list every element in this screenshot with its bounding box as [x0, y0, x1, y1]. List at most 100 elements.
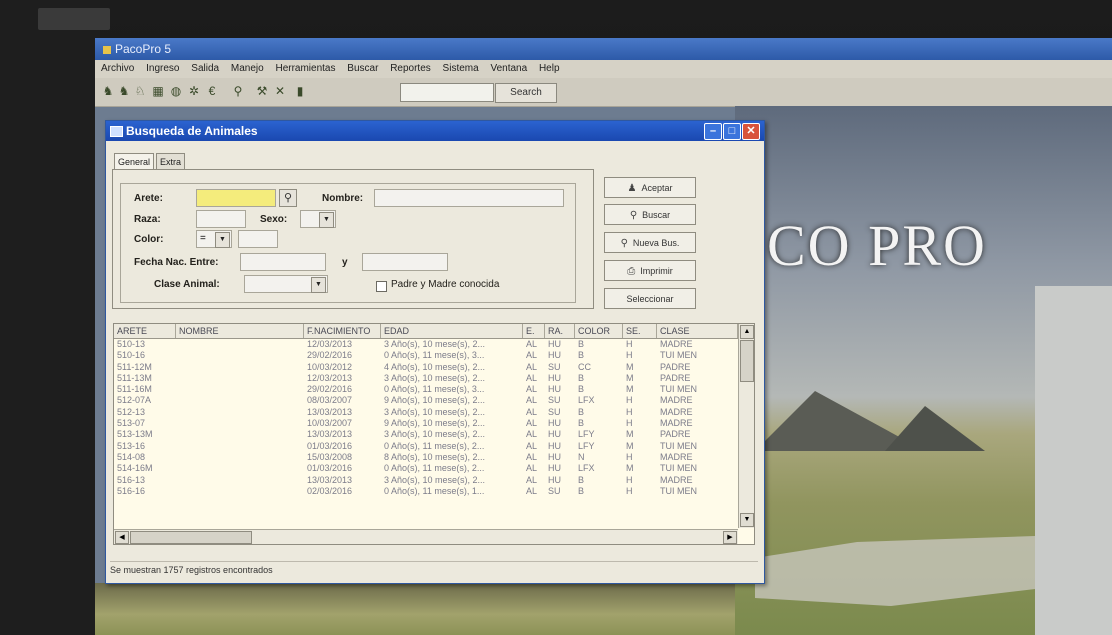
- cell-se: H: [626, 350, 633, 361]
- cell-e: AL: [526, 474, 538, 485]
- cell-arete: 511-13M: [117, 372, 152, 383]
- scroll-up-icon[interactable]: ▲: [740, 325, 754, 339]
- cell-clase: MADRE: [660, 418, 693, 429]
- scroll-thumb[interactable]: [130, 531, 252, 544]
- cell-se: H: [626, 395, 633, 406]
- animal-icon[interactable]: ♞: [117, 84, 131, 98]
- cell-fnacimiento: 13/03/2013: [307, 429, 353, 440]
- maximize-button[interactable]: □: [723, 123, 741, 140]
- minimize-button[interactable]: –: [704, 123, 722, 140]
- table-row[interactable]: 510-16 29/02/2016 0 Año(s), 11 mese(s), 3.…: [114, 350, 738, 361]
- scroll-right-icon[interactable]: ▶: [723, 531, 737, 544]
- search-icon[interactable]: ⚲: [231, 84, 245, 98]
- menu-herramientas[interactable]: Herramientas: [275, 63, 335, 74]
- menubar: Archivo Ingreso Salida Manejo Herramient…: [95, 60, 1112, 78]
- cell-fnacimiento: 08/03/2007: [307, 395, 353, 406]
- fecha-hasta-input[interactable]: [362, 253, 448, 271]
- scroll-left-icon[interactable]: ◀: [115, 531, 129, 544]
- menu-archivo[interactable]: Archivo: [101, 63, 134, 74]
- nueva-busqueda-button[interactable]: ⚲ Nueva Bus.: [604, 232, 696, 253]
- cell-e: AL: [526, 418, 538, 429]
- scroll-down-icon[interactable]: ▼: [740, 513, 754, 527]
- vertical-scrollbar[interactable]: ▲ ▼: [738, 324, 754, 528]
- cell-arete: 510-13: [117, 339, 146, 349]
- cell-arete: 516-16: [117, 485, 146, 496]
- imprimir-button[interactable]: ⎙ Imprimir: [604, 260, 696, 281]
- globe-icon[interactable]: ◍: [169, 84, 183, 98]
- col-edad[interactable]: EDAD: [381, 324, 523, 338]
- cell-e: AL: [526, 361, 538, 372]
- cell-clase: MADRE: [660, 339, 693, 349]
- table-row[interactable]: 511-13M 12/03/2013 3 Año(s), 10 mese(s), 2…: [114, 373, 738, 384]
- battery-icon[interactable]: ▮: [293, 84, 307, 98]
- monitor-bezel-left: [0, 0, 100, 635]
- toolbar-search-input[interactable]: [400, 83, 494, 102]
- menu-manejo[interactable]: Manejo: [231, 63, 264, 74]
- col-e[interactable]: E.: [523, 324, 545, 338]
- padre-madre-label: Padre y Madre conocida: [391, 279, 500, 290]
- cell-e: AL: [526, 339, 538, 349]
- table-row[interactable]: 513-16 01/03/2016 0 Año(s), 11 mese(s), 2.…: [114, 441, 738, 452]
- table-row[interactable]: 512-13 13/03/2013 3 Año(s), 10 mese(s), 2.…: [114, 407, 738, 418]
- col-se[interactable]: SE.: [623, 324, 657, 338]
- col-arete[interactable]: ARETE: [114, 324, 176, 338]
- cell-fnacimiento: 12/03/2013: [307, 339, 353, 349]
- tool-icon[interactable]: ✲: [187, 84, 201, 98]
- tools-icon[interactable]: ⚒: [255, 84, 269, 98]
- aceptar-button[interactable]: ♟ Aceptar: [604, 177, 696, 198]
- menu-ventana[interactable]: Ventana: [490, 63, 527, 74]
- menu-buscar[interactable]: Buscar: [347, 63, 378, 74]
- sexo-select[interactable]: ▼: [300, 210, 336, 228]
- chevron-down-icon: ▼: [319, 212, 334, 228]
- tab-extra[interactable]: Extra: [156, 153, 186, 170]
- col-nombre[interactable]: NOMBRE: [176, 324, 304, 338]
- seleccionar-button[interactable]: Seleccionar: [604, 288, 696, 309]
- table-row[interactable]: 511-16M 29/02/2016 0 Año(s), 11 mese(s), 3…: [114, 384, 738, 395]
- grid-icon[interactable]: ▦: [151, 84, 165, 98]
- clase-animal-label: Clase Animal:: [154, 279, 220, 290]
- col-color[interactable]: COLOR: [575, 324, 623, 338]
- splash-background: CO PRO: [735, 106, 1112, 635]
- close-icon[interactable]: ✕: [273, 84, 287, 98]
- scroll-thumb[interactable]: [740, 340, 754, 382]
- animal-add-icon[interactable]: ♘: [133, 84, 147, 98]
- close-button[interactable]: ✕: [742, 123, 760, 140]
- arete-lookup-button[interactable]: ⚲: [279, 189, 297, 207]
- col-fnacimiento[interactable]: F.NACIMIENTO: [304, 324, 381, 338]
- arete-input[interactable]: [196, 189, 276, 207]
- table-row[interactable]: 513-07 10/03/2007 9 Año(s), 10 mese(s), 2.…: [114, 418, 738, 429]
- fecha-desde-input[interactable]: [240, 253, 326, 271]
- clase-animal-select[interactable]: ▼: [244, 275, 328, 293]
- table-row[interactable]: 516-16 02/03/2016 0 Año(s), 11 mese(s), 1.…: [114, 486, 738, 497]
- table-row[interactable]: 516-13 13/03/2013 3 Año(s), 10 mese(s), 2.…: [114, 475, 738, 486]
- currency-icon[interactable]: €: [205, 84, 219, 98]
- menu-ingreso[interactable]: Ingreso: [146, 63, 179, 74]
- menu-sistema[interactable]: Sistema: [443, 63, 479, 74]
- table-row[interactable]: 513-13M 13/03/2013 3 Año(s), 10 mese(s), 2…: [114, 429, 738, 440]
- nombre-input[interactable]: [374, 189, 564, 207]
- table-row[interactable]: 512-07A 08/03/2007 9 Año(s), 10 mese(s), 2…: [114, 395, 738, 406]
- cell-fnacimiento: 10/03/2012: [307, 361, 353, 372]
- cell-edad: 3 Año(s), 10 mese(s), 2...: [384, 406, 486, 417]
- cell-e: AL: [526, 440, 538, 451]
- table-row[interactable]: 511-12M 10/03/2012 4 Año(s), 10 mese(s), 2…: [114, 362, 738, 373]
- raza-input[interactable]: [196, 210, 246, 228]
- color-operator-select[interactable]: = ▼: [196, 230, 232, 248]
- table-row[interactable]: 510-13 12/03/2013 3 Año(s), 10 mese(s), 2.…: [114, 339, 738, 350]
- toolbar-search-button[interactable]: Search: [495, 83, 557, 103]
- results-grid[interactable]: ARETE NOMBRE F.NACIMIENTO EDAD E. RA. CO…: [113, 323, 755, 545]
- horizontal-scrollbar[interactable]: ◀ ▶: [114, 529, 738, 544]
- menu-reportes[interactable]: Reportes: [390, 63, 431, 74]
- color-input[interactable]: [238, 230, 278, 248]
- padre-madre-checkbox[interactable]: [376, 281, 387, 292]
- cell-fnacimiento: 29/02/2016: [307, 384, 353, 395]
- buscar-button[interactable]: ⚲ Buscar: [604, 204, 696, 225]
- table-row[interactable]: 514-16M 01/03/2016 0 Año(s), 11 mese(s), 2…: [114, 463, 738, 474]
- animal-icon[interactable]: ♞: [101, 84, 115, 98]
- table-row[interactable]: 514-08 15/03/2008 8 Año(s), 10 mese(s), 2.…: [114, 452, 738, 463]
- tab-general[interactable]: General: [114, 153, 155, 170]
- col-ra[interactable]: RA.: [545, 324, 575, 338]
- menu-salida[interactable]: Salida: [191, 63, 219, 74]
- menu-help[interactable]: Help: [539, 63, 560, 74]
- col-clase[interactable]: CLASE: [657, 324, 738, 338]
